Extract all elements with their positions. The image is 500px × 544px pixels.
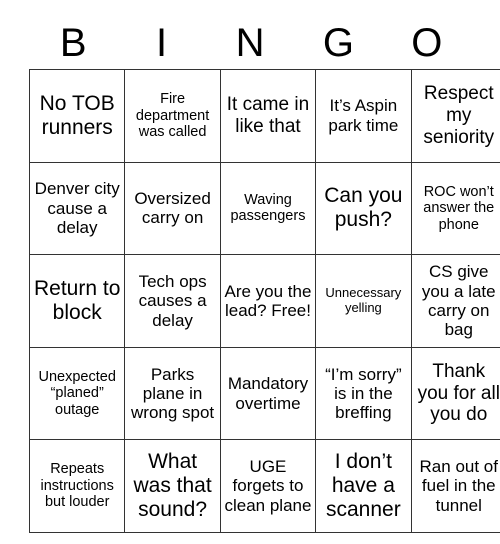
bingo-cell[interactable]: What was that sound? (124, 439, 221, 533)
bingo-cell[interactable]: Repeats instructions but louder (28, 439, 126, 533)
bingo-cell[interactable]: Ran out of fuel in the tunnel (410, 439, 500, 533)
bingo-row: Return to block Tech ops causes a delay … (28, 254, 500, 348)
bingo-header-letter-b: B (59, 21, 87, 65)
bingo-row: Denver city cause a delay Oversized carr… (28, 161, 500, 256)
bingo-cell[interactable]: Return to block (28, 254, 126, 348)
bingo-cell[interactable]: ROC won’t answer the phone (410, 161, 500, 256)
bingo-cell[interactable]: Oversized carry on (124, 161, 221, 256)
bingo-row: No TOB runners Fire department was calle… (28, 69, 500, 163)
bingo-cell[interactable]: It’s Aspin park time (315, 69, 412, 163)
bingo-cell[interactable]: Waving passengers (219, 161, 317, 256)
bingo-cell[interactable]: Tech ops causes a delay (124, 254, 221, 348)
bingo-header-row: B I N G O (29, 0, 471, 69)
bingo-cell-center[interactable]: Unnecessary yelling (315, 254, 412, 348)
bingo-cell[interactable]: I don’t have a scanner (315, 439, 412, 533)
bingo-cell[interactable]: “I’m sorry” is in the breffing (315, 346, 412, 441)
bingo-cell[interactable]: Denver city cause a delay (28, 161, 126, 256)
bingo-cell[interactable]: Can you push? (315, 161, 412, 256)
bingo-cell[interactable]: Mandatory overtime (219, 346, 317, 441)
bingo-row: Unexpected “planed” outage Parks plane i… (28, 346, 500, 441)
bingo-cell[interactable]: Thank you for all you do (410, 346, 500, 441)
bingo-cell[interactable]: Parks plane in wrong spot (124, 346, 221, 441)
bingo-cell[interactable]: CS give you a late carry on bag (410, 254, 500, 348)
bingo-row: Repeats instructions but louder What was… (28, 439, 500, 533)
bingo-header-letter-i: I (156, 21, 168, 65)
bingo-header-letter-n: N (235, 21, 265, 65)
bingo-cell[interactable]: No TOB runners (28, 69, 126, 163)
bingo-cell[interactable]: It came in like that (219, 69, 317, 163)
bingo-cell[interactable]: Fire department was called (124, 69, 221, 163)
bingo-cell[interactable]: Are you the lead? Free! (219, 254, 317, 348)
bingo-cell[interactable]: Respect my seniority (410, 69, 500, 163)
bingo-cell[interactable]: UGE forgets to clean plane (219, 439, 317, 533)
bingo-grid: No TOB runners Fire department was calle… (28, 69, 500, 533)
bingo-card: B I N G O No TOB runners Fire department… (28, 0, 500, 533)
bingo-header-letter-g: G (322, 21, 354, 65)
bingo-header-letter-o: O (411, 21, 443, 65)
bingo-cell[interactable]: Unexpected “planed” outage (28, 346, 126, 441)
